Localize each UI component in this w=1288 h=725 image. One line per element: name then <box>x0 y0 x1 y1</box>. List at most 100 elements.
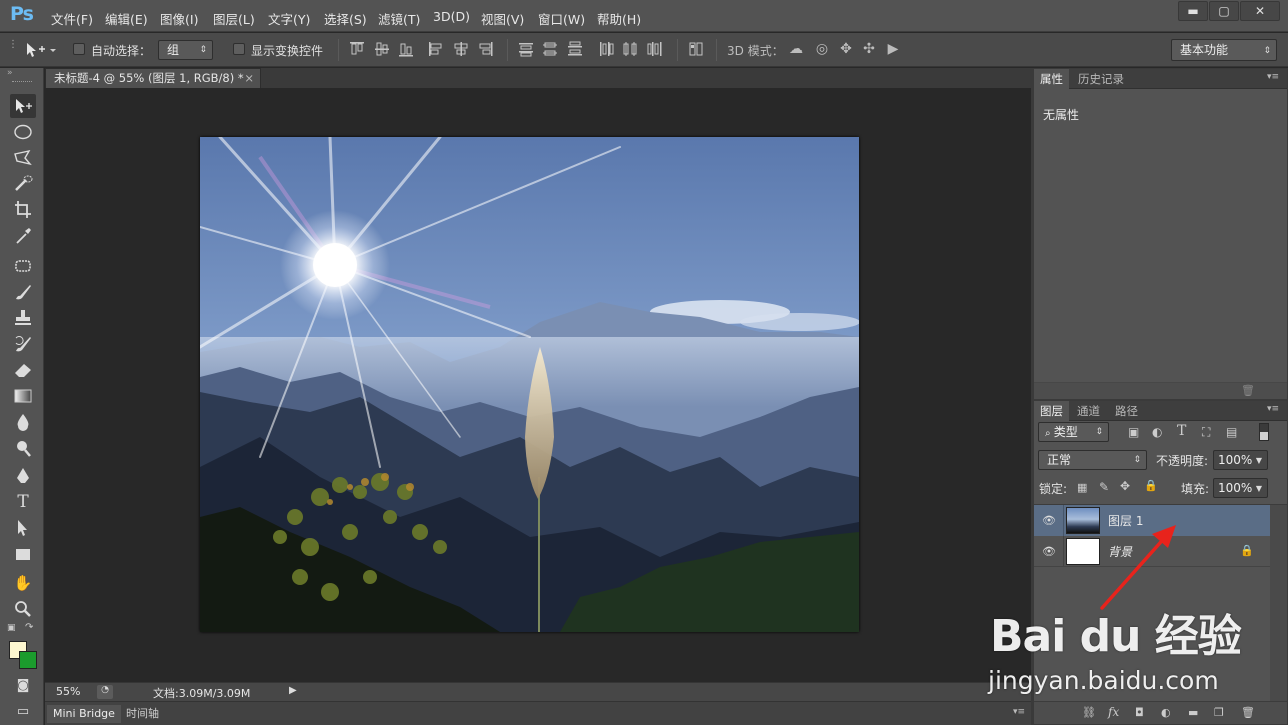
smartobject-filter-icon[interactable]: ▤ <box>1226 425 1237 439</box>
menu-3d[interactable]: 3D(D) <box>433 9 470 24</box>
align-hcenter-icon[interactable] <box>453 41 469 57</box>
new-group-icon[interactable]: ▬ <box>1188 706 1198 719</box>
close-tab-icon[interactable]: × <box>244 69 254 87</box>
menu-select[interactable]: 选择(S) <box>324 9 367 28</box>
lock-image-icon[interactable]: ✎ <box>1099 480 1109 494</box>
tab-properties[interactable]: 属性 <box>1034 69 1069 89</box>
eyedropper-icon[interactable] <box>10 224 36 248</box>
auto-select-dropdown[interactable]: 组 ⇕ <box>158 40 213 60</box>
panel-menu-icon[interactable]: ▾≡ <box>1267 404 1279 414</box>
move-tool-icon[interactable] <box>10 94 36 118</box>
pen-icon[interactable] <box>10 464 36 488</box>
rectangle-icon[interactable] <box>10 542 36 566</box>
3d-camera-icon[interactable]: ▶ <box>884 41 902 57</box>
history-brush-icon[interactable] <box>10 332 36 356</box>
close-button[interactable]: ✕ <box>1240 1 1280 21</box>
shape-filter-icon[interactable]: ⛶ <box>1202 425 1210 440</box>
distribute-right-icon[interactable] <box>647 41 663 57</box>
layers-scrollbar[interactable] <box>1270 505 1287 701</box>
tab-channels[interactable]: 通道 <box>1071 401 1106 421</box>
layer-style-icon[interactable]: fx <box>1108 705 1119 719</box>
panel-menu-icon[interactable]: ▾≡ <box>1267 72 1279 82</box>
ellipse-marquee-icon[interactable] <box>10 120 36 144</box>
3d-roll-icon[interactable]: ◎ <box>813 41 831 57</box>
blend-mode-dropdown[interactable]: 正常 ⇕ <box>1038 450 1147 470</box>
type-filter-icon[interactable]: T <box>1177 423 1186 439</box>
3d-drag-icon[interactable]: ✥ <box>837 41 855 57</box>
menu-view[interactable]: 视图(V) <box>481 9 524 28</box>
share-icon[interactable]: ◔ <box>97 685 113 699</box>
new-layer-icon[interactable]: ❐ <box>1214 706 1224 719</box>
distribute-top-icon[interactable] <box>518 41 534 57</box>
clone-stamp-icon[interactable] <box>10 306 36 330</box>
panel-menu-icon[interactable]: ▾≡ <box>1013 707 1025 717</box>
adjustment-layer-icon[interactable]: ◐ <box>1161 706 1171 719</box>
crop-icon[interactable] <box>10 198 36 222</box>
distribute-bottom-icon[interactable] <box>567 41 583 57</box>
type-icon[interactable]: T <box>10 490 36 514</box>
tool-preset-picker[interactable] <box>24 41 58 59</box>
visibility-eye-icon[interactable]: 👁 <box>1042 514 1056 527</box>
align-left-icon[interactable] <box>428 41 444 57</box>
3d-rotate-icon[interactable]: ☁ <box>787 41 805 57</box>
delete-layer-icon[interactable]: 🗑 <box>1241 706 1255 719</box>
lock-position-icon[interactable]: ✥ <box>1120 479 1130 493</box>
align-right-icon[interactable] <box>477 41 493 57</box>
eraser-icon[interactable] <box>10 358 36 382</box>
lock-all-icon[interactable]: 🔒 <box>1144 479 1158 492</box>
lock-transparent-icon[interactable]: ▦ <box>1077 481 1087 494</box>
menu-help[interactable]: 帮助(H) <box>597 9 641 28</box>
swap-colors-icon[interactable]: ↷ <box>25 622 33 633</box>
maximize-button[interactable]: ▢ <box>1209 1 1239 21</box>
distribute-vcenter-icon[interactable] <box>542 41 558 57</box>
background-color-swatch[interactable] <box>19 651 37 669</box>
canvas-photo[interactable] <box>200 137 859 632</box>
3d-slide-icon[interactable]: ✣ <box>860 41 878 57</box>
dodge-icon[interactable] <box>10 436 36 460</box>
opacity-input[interactable]: 100% ▼ <box>1213 450 1268 470</box>
spot-healing-icon[interactable] <box>10 254 36 278</box>
tab-layers[interactable]: 图层 <box>1034 401 1069 421</box>
align-bottom-icon[interactable] <box>398 41 414 57</box>
tab-paths[interactable]: 路径 <box>1109 401 1144 421</box>
menu-edit[interactable]: 编辑(E) <box>105 9 148 28</box>
fill-input[interactable]: 100% ▼ <box>1213 478 1268 498</box>
visibility-eye-icon[interactable]: 👁 <box>1042 545 1056 558</box>
filter-toggle[interactable] <box>1259 423 1269 441</box>
tab-history[interactable]: 历史记录 <box>1072 69 1130 89</box>
align-top-icon[interactable] <box>349 41 365 57</box>
auto-select-checkbox[interactable] <box>73 43 85 55</box>
zoom-level[interactable]: 55% <box>56 685 80 698</box>
distribute-hcenter-icon[interactable] <box>622 41 638 57</box>
panel-grip[interactable] <box>12 81 32 83</box>
trash-icon[interactable]: 🗑 <box>1241 384 1255 397</box>
blur-icon[interactable] <box>10 410 36 434</box>
status-menu-arrow-icon[interactable]: ▶ <box>289 685 297 696</box>
minimize-button[interactable]: ▬ <box>1178 1 1208 21</box>
workspace-dropdown[interactable]: 基本功能 ⇕ <box>1171 39 1277 61</box>
zoom-icon[interactable] <box>10 597 36 621</box>
quick-select-icon[interactable] <box>10 172 36 196</box>
tab-mini-bridge[interactable]: Mini Bridge <box>47 705 121 723</box>
default-colors-icon[interactable]: ▣ <box>7 623 16 633</box>
align-vcenter-icon[interactable] <box>374 41 390 57</box>
layer-filter-dropdown[interactable]: ⌕ 类型 ⇕ <box>1038 422 1109 442</box>
auto-align-icon[interactable] <box>688 41 704 57</box>
show-transform-checkbox[interactable] <box>233 43 245 55</box>
add-mask-icon[interactable]: ◘ <box>1135 706 1144 719</box>
menu-window[interactable]: 窗口(W) <box>538 9 585 28</box>
menu-image[interactable]: 图像(I) <box>160 9 198 28</box>
tab-timeline[interactable]: 时间轴 <box>120 705 165 723</box>
path-select-icon[interactable] <box>10 516 36 540</box>
menu-filter[interactable]: 滤镜(T) <box>378 9 420 28</box>
quick-mask-icon[interactable]: ◙ <box>10 674 36 698</box>
menu-type[interactable]: 文字(Y) <box>268 9 310 28</box>
collapse-arrows-icon[interactable]: » <box>7 68 13 78</box>
brush-icon[interactable] <box>10 280 36 304</box>
polygon-lasso-icon[interactable] <box>10 146 36 170</box>
link-layers-icon[interactable]: ⛓ <box>1082 706 1096 719</box>
screen-mode-icon[interactable]: ▭ <box>10 700 36 724</box>
pixel-filter-icon[interactable]: ▣ <box>1128 425 1139 439</box>
document-tab[interactable]: 未标题-4 @ 55% (图层 1, RGB/8) * × <box>45 68 261 88</box>
distribute-left-icon[interactable] <box>598 41 614 57</box>
